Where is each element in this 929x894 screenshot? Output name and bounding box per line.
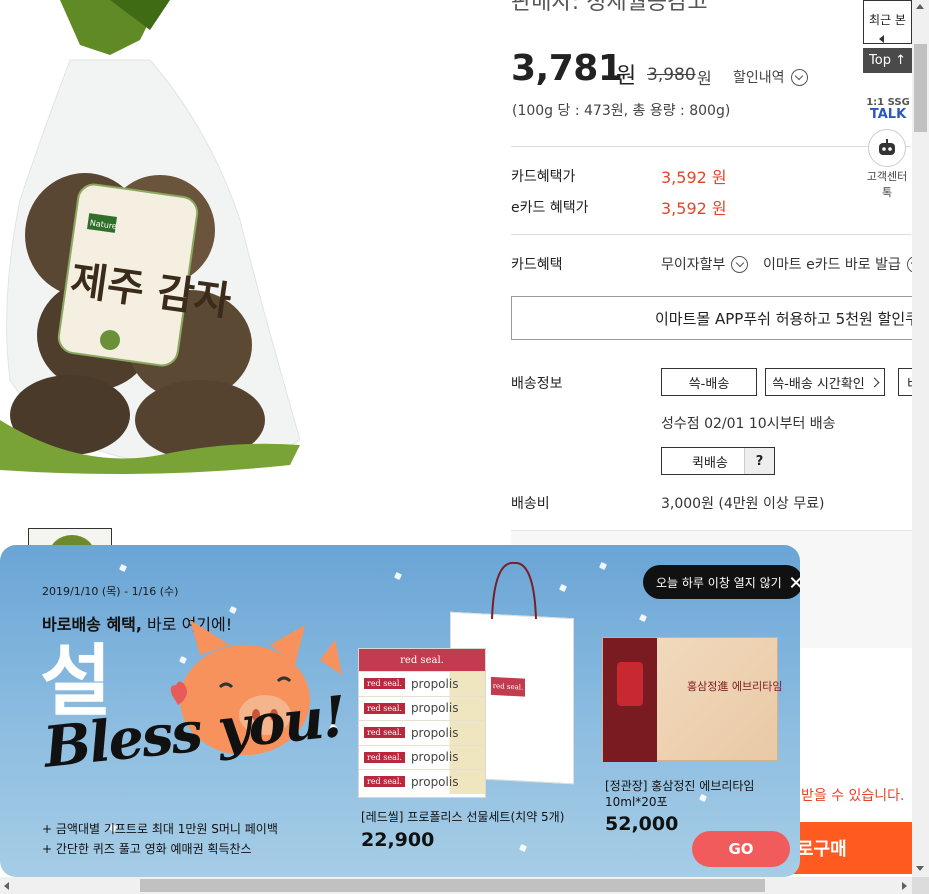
ecard-issue-label: 이마트 e카드 바로 발급	[763, 257, 901, 273]
snowflake	[599, 562, 607, 570]
scroll-right-arrow-icon[interactable]	[902, 882, 907, 890]
product1-price: 22,900	[361, 829, 435, 851]
price-unit: 원	[616, 64, 637, 89]
arrow-left-icon	[879, 35, 884, 43]
seller-text: 판매자: 청재월공감고	[511, 0, 708, 15]
brand-tag: red seal.	[364, 678, 405, 690]
buy-now-button[interactable]: 로구매	[781, 822, 929, 874]
close-icon	[790, 577, 800, 588]
ecard-issue-link[interactable]: 이마트 e카드 바로 발급	[763, 254, 924, 274]
product1-name[interactable]: [레드씰] 프로폴리스 선물세트(치약 5개)	[361, 810, 564, 826]
sale-price: 3,781	[511, 48, 623, 89]
customer-center-label: 고객센터톡	[866, 170, 908, 199]
delivery-fee: 3,000원 (4만원 이상 무료)	[661, 496, 825, 512]
ecard-price: 3,592 원	[661, 199, 727, 218]
snowflake	[519, 844, 527, 852]
snowflake	[119, 564, 127, 572]
propolis-tube: red seal. propolis	[359, 720, 485, 745]
brand-tag: red seal.	[364, 776, 405, 788]
delivery-fee-label: 배송비	[511, 496, 550, 512]
propolis-product-image[interactable]: red seal. red seal. propolis red seal. pro…	[358, 648, 486, 798]
product2-name-line2[interactable]: 10ml*20포	[605, 795, 668, 811]
snowflake	[699, 794, 707, 802]
divider	[511, 146, 911, 147]
promo-popup: 오늘 하루 이창 열지 않기 2019/1/10 (목) - 1/16 (수) …	[0, 545, 800, 877]
scroll-top-button[interactable]: Top ↑	[863, 48, 912, 73]
seal-icon	[617, 662, 643, 706]
tube-label: propolis	[410, 750, 459, 765]
horizontal-scroll-thumb[interactable]	[140, 879, 765, 892]
box-title: 홍삼정進 에브리타임	[687, 680, 783, 693]
chatbot-icon[interactable]	[868, 129, 906, 167]
bag-brand-label: red seal.	[491, 676, 525, 697]
quick-delivery-button[interactable]: 퀵배송 ?	[661, 447, 775, 475]
delivery-time-check-button[interactable]: 쓱-배송 시간확인	[765, 368, 885, 396]
brand-tag: red seal.	[364, 751, 405, 763]
bag-handle-icon	[491, 561, 537, 620]
brand-tag: red seal.	[364, 727, 405, 739]
tube-label: propolis	[410, 676, 459, 691]
quick-delivery-label: 퀵배송	[692, 455, 728, 471]
tube-label: propolis	[410, 774, 459, 789]
benefit-hint: 받을 수 있습니다.	[801, 788, 905, 804]
help-icon[interactable]: ?	[744, 448, 774, 474]
scroll-left-arrow-icon[interactable]	[4, 882, 9, 890]
red-ginseng-product-image[interactable]: 홍삼정進 에브리타임	[602, 637, 782, 762]
close-today-button[interactable]: 오늘 하루 이창 열지 않기	[643, 565, 800, 599]
ecard-price-label: e카드 혜택가	[511, 200, 589, 216]
installment-label: 무이자할부	[661, 257, 726, 273]
product2-price: 52,000	[605, 813, 679, 835]
vertical-scroll-thumb[interactable]	[914, 44, 927, 132]
product2-name-line1[interactable]: [정관장] 홍삼정진 에브리타임	[605, 779, 754, 795]
installment-link[interactable]: 무이자할부	[661, 254, 749, 274]
vertical-scrollbar[interactable]	[912, 0, 929, 877]
close-today-label: 오늘 하루 이창 열지 않기	[656, 575, 782, 590]
divider	[511, 234, 911, 235]
recently-viewed-label: 최근 본	[869, 13, 906, 27]
promo-date: 2019/1/10 (목) - 1/16 (수)	[42, 585, 179, 598]
discount-details-link[interactable]: 할인내역	[733, 67, 808, 87]
propolis-tube: red seal. propolis	[359, 769, 485, 794]
promo-note-2: + 간단한 퀴즈 풀고 영화 예매권 획득찬스	[42, 842, 252, 856]
scrollbar-corner	[912, 877, 929, 894]
app-push-coupon-banner[interactable]: 이마트몰 APP푸쉬 허용하고 5천원 할인쿠폰	[511, 296, 929, 340]
promo-headline-bold: 바로배송 혜택,	[42, 615, 142, 634]
propolis-tube: red seal. propolis	[359, 744, 485, 769]
quick-sidebar: 최근 본 Top ↑ 1:1 SSG TALK 고객센터톡	[862, 0, 912, 200]
promo-note-1: + 금액대별 기프트로 최대 1만원 S머니 페이백	[42, 822, 278, 836]
chevron-right-icon	[869, 377, 880, 387]
store-delivery-info: 성수점 02/01 10시부터 배송	[661, 416, 836, 432]
ssg-delivery-button[interactable]: 쓱-배송	[661, 368, 757, 396]
delivery-time-check-label: 쓱-배송 시간확인	[772, 376, 865, 392]
tube-label: propolis	[410, 701, 459, 716]
snowflake	[559, 584, 567, 592]
horizontal-scrollbar[interactable]	[0, 877, 929, 894]
card-benefit-label: 카드혜택	[511, 257, 563, 273]
tube-label: propolis	[410, 725, 459, 740]
card-price: 3,592 원	[661, 168, 727, 187]
scroll-down-arrow-icon[interactable]	[916, 866, 924, 871]
propolis-tube: red seal. propolis	[359, 671, 485, 696]
delivery-info-label: 배송정보	[511, 376, 563, 392]
ssg-talk-button[interactable]: 1:1 SSG TALK	[865, 98, 911, 122]
product-image: Nature 제주 감자	[0, 0, 310, 480]
original-price: 3,980	[647, 65, 696, 85]
snowflake	[639, 614, 647, 622]
snowflake	[394, 572, 402, 580]
chevron-down-icon	[790, 68, 808, 86]
chevron-down-icon	[731, 255, 749, 273]
card-price-label: 카드혜택가	[511, 169, 576, 185]
unit-price-info: (100g 당 : 473원, 총 용량 : 800g)	[512, 103, 731, 119]
discount-details-label: 할인내역	[733, 70, 785, 86]
scroll-up-arrow-icon[interactable]	[916, 4, 924, 9]
ssg-talk-line2: TALK	[869, 107, 907, 122]
original-price-unit: 원	[697, 69, 712, 88]
recently-viewed-button[interactable]: 최근 본	[863, 0, 912, 44]
propolis-brand: red seal.	[359, 649, 485, 671]
brand-tag: red seal.	[364, 702, 405, 714]
go-button[interactable]: GO	[692, 831, 790, 867]
propolis-tube: red seal. propolis	[359, 695, 485, 720]
potato-bag-illustration: Nature 제주 감자	[0, 0, 301, 474]
